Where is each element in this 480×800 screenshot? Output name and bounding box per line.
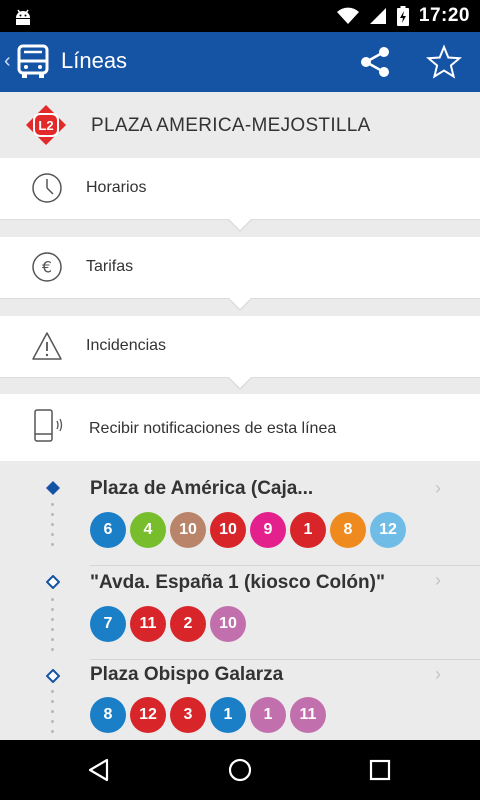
bus-line-badge[interactable]: 2 (170, 606, 206, 642)
line-header: L2 PLAZA AMERICA-MEJOSTILLA (0, 92, 480, 158)
stop-lines: 8 12 3 1 1 11 (90, 697, 326, 733)
route-connector (51, 690, 54, 740)
menu-horarios-label: Horarios (86, 179, 147, 196)
menu-horarios[interactable]: Horarios (0, 158, 480, 232)
app-bar: ‹ Líneas (0, 32, 480, 92)
star-icon[interactable] (426, 44, 462, 80)
clock-icon (32, 173, 62, 203)
svg-text:€: € (42, 258, 52, 277)
chevron-right-icon: › (435, 570, 441, 590)
bus-line-badge[interactable]: 10 (170, 512, 206, 548)
notification-toggle[interactable]: Recibir notificaciones de esta línea (0, 394, 480, 461)
stops-list: Plaza de América (Caja... › 6 4 10 10 9 … (0, 461, 480, 741)
bus-line-badge[interactable]: 1 (290, 512, 326, 548)
stop-name: Plaza Obispo Galarza (90, 664, 284, 685)
wifi-icon (336, 7, 359, 24)
android-debug-icon (16, 9, 30, 25)
status-time: 17:20 (418, 5, 470, 26)
stop-marker-filled-icon (46, 481, 60, 495)
stop-name: "Avda. España 1 (kiosco Colón)" (90, 572, 385, 593)
bus-icon[interactable] (16, 44, 50, 80)
bus-line-badge[interactable]: 8 (90, 697, 126, 733)
menu-tarifas-label: Tarifas (86, 258, 134, 275)
bus-line-badge[interactable]: 7 (90, 606, 126, 642)
bus-line-badge[interactable]: 12 (370, 512, 406, 548)
recents-nav-icon[interactable] (367, 757, 393, 783)
route-connector (51, 503, 54, 553)
line-badge-label: L2 (38, 118, 53, 133)
bus-line-badge[interactable]: 10 (210, 512, 246, 548)
back-nav-icon[interactable] (86, 757, 112, 783)
bus-line-badge[interactable]: 10 (210, 606, 246, 642)
line-name: PLAZA AMERICA-MEJOSTILLA (91, 115, 371, 136)
stop-name: Plaza de América (Caja... (90, 478, 314, 499)
line-badge: L2 (26, 105, 66, 150)
bus-line-badge[interactable]: 8 (330, 512, 366, 548)
signal-icon (369, 8, 386, 24)
chevron-right-icon: › (435, 478, 441, 498)
menu-incidencias-label: Incidencias (86, 337, 167, 354)
stop-marker-outline-icon (46, 669, 60, 683)
notification-label: Recibir notificaciones de esta línea (89, 420, 337, 437)
phone-vibrate-icon (34, 409, 63, 442)
share-icon[interactable] (358, 45, 392, 79)
bus-line-badge[interactable]: 11 (290, 697, 326, 733)
bus-line-badge[interactable]: 12 (130, 697, 166, 733)
system-nav-bar (0, 740, 480, 800)
menu-incidencias[interactable]: Incidencias (0, 316, 480, 390)
home-nav-icon[interactable] (227, 757, 253, 783)
bus-line-badge[interactable]: 11 (130, 606, 166, 642)
warning-icon (32, 332, 62, 360)
stop-marker-outline-icon (46, 575, 60, 589)
bus-line-badge[interactable]: 1 (250, 697, 286, 733)
status-bar: 17:20 (0, 0, 480, 32)
battery-charging-icon (396, 6, 409, 26)
bus-line-badge[interactable]: 6 (90, 512, 126, 548)
bus-line-badge[interactable]: 3 (170, 697, 206, 733)
bus-line-badge[interactable]: 9 (250, 512, 286, 548)
route-connector (51, 598, 54, 658)
page-title: Líneas (61, 48, 128, 73)
stop-lines: 6 4 10 10 9 1 8 12 (90, 512, 406, 548)
euro-icon: € (32, 252, 62, 282)
menu-tarifas[interactable]: € Tarifas (0, 237, 480, 311)
back-chevron-icon[interactable]: ‹ (4, 50, 11, 73)
bus-line-badge[interactable]: 1 (210, 697, 246, 733)
stop-lines: 7 11 2 10 (90, 606, 246, 642)
chevron-right-icon: › (435, 664, 441, 684)
bus-line-badge[interactable]: 4 (130, 512, 166, 548)
